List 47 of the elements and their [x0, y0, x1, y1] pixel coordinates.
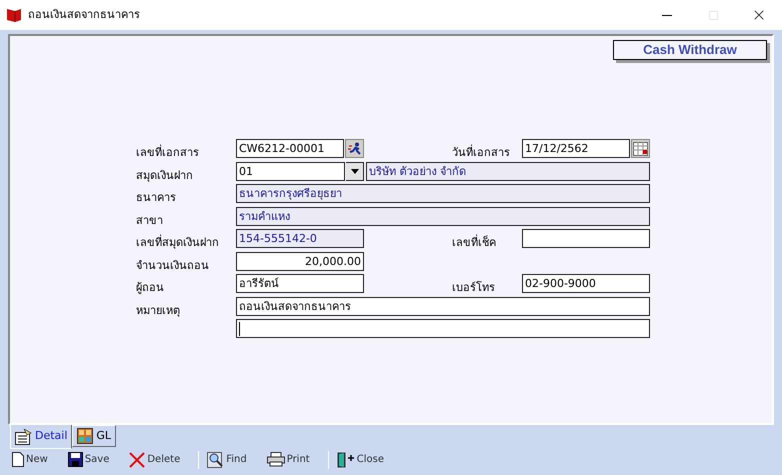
input-field[interactable] — [236, 319, 650, 338]
calendar-icon[interactable] — [631, 139, 650, 158]
maximize-icon — [708, 10, 718, 20]
window-title: ถอนเงินสดจากธนาคาร — [28, 6, 140, 23]
minimize-icon — [662, 14, 672, 16]
print-button[interactable]: Print — [264, 450, 312, 470]
runner-icon[interactable] — [345, 139, 364, 158]
field-label: สมุดเงินฝาก — [136, 168, 193, 182]
exit-door-icon — [336, 452, 355, 468]
input-field[interactable]: รามคำแหง — [236, 206, 650, 226]
new-button[interactable]: New — [10, 450, 50, 470]
input-field[interactable]: 02-900-9000 — [522, 274, 650, 293]
field-label: วันที่เอกสาร — [452, 146, 510, 159]
field-label: เบอร์โทร — [452, 281, 495, 294]
input-field[interactable]: อารีรัตน์ — [236, 274, 364, 293]
input-field[interactable]: 17/12/2562 — [522, 139, 630, 158]
book-icon — [6, 8, 22, 22]
tab[interactable]: Detail — [10, 425, 72, 449]
input-field[interactable]: ถอนเงินสดจากธนาคาร — [236, 296, 650, 316]
input-field[interactable]: 20,000.00 — [236, 252, 364, 270]
field-label: ผู้ถอน — [136, 281, 164, 294]
grid-icon — [77, 428, 94, 444]
form-icon — [15, 428, 32, 444]
input-field[interactable]: CW6212-00001 — [236, 139, 344, 158]
field-label: ธนาคาร — [136, 191, 176, 204]
input-field[interactable]: 154-555142-0 — [236, 229, 364, 248]
input-field[interactable]: บริษัท ตัวอย่าง จำกัด — [366, 162, 650, 180]
cross-icon — [129, 452, 146, 468]
save-button[interactable]: Save — [66, 450, 112, 470]
field-label: เลขที่สมุดเงินฝาก — [136, 236, 219, 249]
field-label: เลขที่เอกสาร — [136, 146, 199, 159]
text-cursor — [239, 322, 240, 336]
document-icon — [12, 452, 24, 467]
field-label: หมายเหตุ — [136, 304, 180, 316]
field-label: จำนวนเงินถอน — [136, 258, 209, 272]
printer-icon — [266, 452, 285, 467]
close-button[interactable]: Close — [334, 450, 386, 470]
magnifier-icon — [207, 452, 224, 468]
banner: Cash Withdraw — [613, 40, 767, 60]
find-button[interactable]: Find — [205, 450, 249, 470]
input-field[interactable] — [522, 229, 650, 248]
tab[interactable]: GL — [72, 425, 116, 447]
field-label: เลขที่เช็ค — [452, 236, 496, 249]
field-label: สาขา — [136, 214, 163, 226]
input-field[interactable]: ธนาคารกรุงศรีอยุธยา — [236, 184, 650, 203]
input-field[interactable]: 01 — [236, 162, 345, 180]
delete-button[interactable]: Delete — [127, 450, 182, 470]
